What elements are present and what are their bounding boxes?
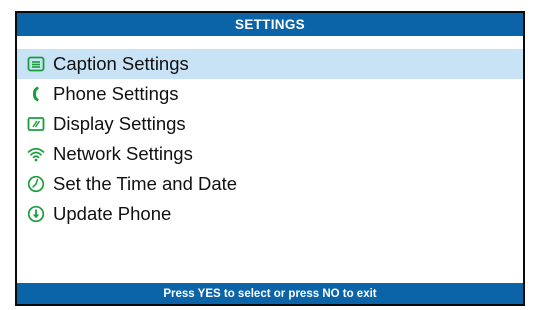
- footer-bar: Press YES to select or press NO to exit: [17, 283, 523, 304]
- menu-item-caption-settings[interactable]: Caption Settings: [17, 49, 523, 79]
- menu-item-update-phone[interactable]: Update Phone: [17, 199, 523, 229]
- caption-icon: [27, 55, 45, 73]
- display-icon: [27, 115, 45, 133]
- page-title: SETTINGS: [235, 17, 305, 32]
- settings-menu: Caption Settings Phone Settings Display …: [17, 49, 523, 229]
- menu-item-phone-settings[interactable]: Phone Settings: [17, 79, 523, 109]
- title-bar: SETTINGS: [17, 13, 523, 36]
- menu-item-time-date[interactable]: Set the Time and Date: [17, 169, 523, 199]
- menu-item-label: Update Phone: [53, 203, 172, 224]
- menu-item-label: Display Settings: [53, 113, 186, 134]
- menu-item-label: Set the Time and Date: [53, 173, 238, 194]
- clock-icon: [27, 175, 45, 193]
- wifi-icon: [27, 145, 45, 163]
- download-icon: [27, 205, 45, 223]
- phone-handset-icon: [27, 85, 45, 103]
- settings-screen: SETTINGS Caption Settings Phone Settings: [15, 11, 525, 306]
- menu-item-network-settings[interactable]: Network Settings: [17, 139, 523, 169]
- menu-item-display-settings[interactable]: Display Settings: [17, 109, 523, 139]
- menu-item-label: Phone Settings: [53, 83, 179, 104]
- menu-item-label: Caption Settings: [53, 53, 189, 74]
- footer-hint: Press YES to select or press NO to exit: [163, 287, 377, 300]
- menu-item-label: Network Settings: [53, 143, 193, 164]
